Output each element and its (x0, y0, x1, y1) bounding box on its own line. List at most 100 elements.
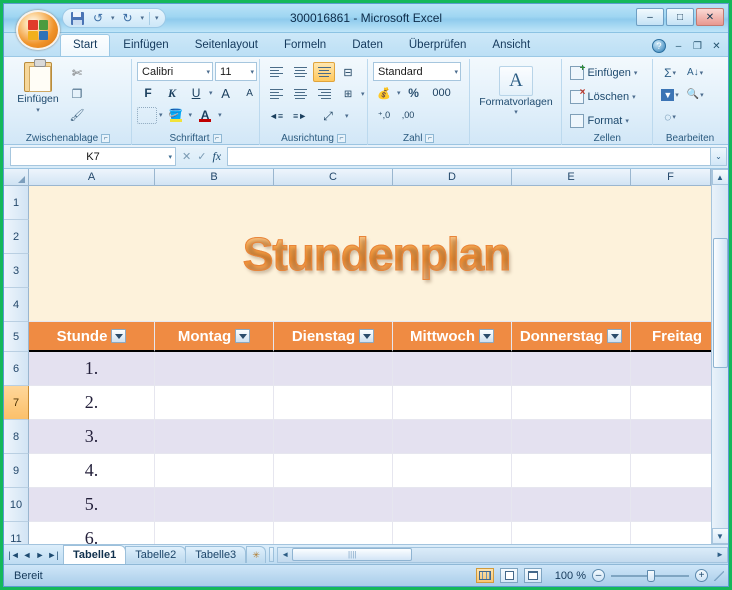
font-color-dropdown-icon[interactable]: ▾ (218, 111, 222, 119)
data-cell-dienstag[interactable] (274, 352, 393, 386)
font-dialog-launcher[interactable]: ⌐ (212, 133, 222, 143)
minimize-button[interactable]: – (636, 8, 664, 26)
number-format-combo[interactable]: Standard ▾ (373, 62, 462, 81)
filter-dropdown-mittwoch[interactable] (479, 329, 494, 343)
bold-button[interactable]: F (137, 83, 159, 103)
hscroll-thumb[interactable]: |||| (292, 548, 413, 561)
header-cell-montag[interactable]: Montag (155, 322, 274, 352)
first-sheet-button[interactable]: |◄ (8, 550, 20, 560)
row-header-4[interactable]: 4 (4, 288, 29, 322)
row-header-8[interactable]: 8 (4, 420, 29, 454)
office-orb-button[interactable] (16, 10, 60, 50)
tab-ueberpruefen[interactable]: Überprüfen (396, 34, 480, 56)
cancel-formula-icon[interactable]: ✕ (182, 150, 191, 163)
find-select-button[interactable]: 🔍 ▾ (683, 84, 707, 105)
fill-dropdown-icon[interactable]: ▾ (189, 111, 193, 119)
align-right-button[interactable] (313, 84, 335, 104)
normal-view-button[interactable] (476, 568, 494, 583)
data-cell-mittwoch[interactable] (393, 454, 512, 488)
data-cell-donnerstag[interactable] (512, 522, 631, 544)
data-cell-donnerstag[interactable] (512, 488, 631, 522)
data-cell-donnerstag[interactable] (512, 352, 631, 386)
font-size-combo[interactable]: 11 ▾ (215, 62, 258, 81)
filter-dropdown-montag[interactable] (235, 329, 251, 343)
tab-start[interactable]: Start (60, 34, 111, 56)
decrease-indent-button[interactable]: ◄≡ (265, 106, 287, 126)
currency-button[interactable]: 💰 (373, 83, 395, 103)
font-name-combo[interactable]: Calibri ▾ (137, 62, 214, 81)
stunde-cell[interactable]: 1. (29, 352, 155, 386)
align-bottom-button[interactable] (313, 62, 336, 82)
undo-button[interactable]: ↺ (90, 10, 106, 26)
close-workbook-button[interactable]: ✕ (710, 41, 723, 52)
currency-dropdown-icon[interactable]: ▾ (397, 89, 401, 97)
insert-worksheet-button[interactable]: ✳ (246, 546, 267, 563)
data-cell-mittwoch[interactable] (393, 522, 512, 544)
stunde-cell[interactable]: 5. (29, 488, 155, 522)
copy-button[interactable]: ❐ (68, 85, 86, 103)
row-header-6[interactable]: 6 (4, 352, 29, 386)
minimize-ribbon-button[interactable]: – (672, 41, 685, 52)
filter-dropdown-dienstag[interactable] (359, 329, 375, 343)
styles-button[interactable]: A Formatvorlagen ▾ (475, 62, 556, 116)
row-header-3[interactable]: 3 (4, 254, 29, 288)
filter-dropdown-donnerstag[interactable] (607, 329, 623, 343)
row-header-5[interactable]: 5 (4, 322, 29, 352)
sort-filter-button[interactable]: A↓ ▾ (683, 62, 707, 83)
data-cell-mittwoch[interactable] (393, 352, 512, 386)
cut-button[interactable]: ✄ (68, 64, 86, 82)
grow-font-button[interactable]: A (215, 83, 237, 103)
formula-input[interactable] (227, 147, 710, 166)
data-cell-mittwoch[interactable] (393, 488, 512, 522)
increase-indent-button[interactable]: ≡► (289, 106, 311, 126)
underline-dropdown-icon[interactable]: ▾ (209, 89, 213, 97)
data-cell-dienstag[interactable] (274, 522, 393, 544)
restore-workbook-button[interactable]: ❐ (691, 41, 704, 52)
data-cell-dienstag[interactable] (274, 420, 393, 454)
enter-formula-icon[interactable]: ✓ (197, 150, 206, 163)
vertical-scrollbar[interactable]: ▲ ▼ (711, 169, 728, 544)
data-cell-montag[interactable] (155, 522, 274, 544)
data-cell-montag[interactable] (155, 386, 274, 420)
format-painter-button[interactable]: 🖌 (68, 106, 86, 124)
save-button[interactable] (69, 10, 85, 26)
select-all-corner[interactable] (4, 169, 29, 186)
header-cell-dienstag[interactable]: Dienstag (274, 322, 393, 352)
column-header-f[interactable]: F (631, 169, 711, 186)
tab-formeln[interactable]: Formeln (271, 34, 339, 56)
align-top-button[interactable] (265, 62, 287, 82)
orientation-button[interactable]: ⤢ (313, 106, 343, 126)
borders-dropdown-icon[interactable]: ▾ (159, 111, 163, 119)
data-cell-dienstag[interactable] (274, 488, 393, 522)
undo-dropdown-icon[interactable]: ▾ (111, 14, 115, 22)
font-color-button[interactable]: A (194, 105, 216, 125)
stunde-cell[interactable]: 6. (29, 522, 155, 544)
redo-dropdown-icon[interactable]: ▾ (141, 14, 145, 22)
row-header-2[interactable]: 2 (4, 220, 29, 254)
increase-decimal-button[interactable]: ⁺,0 (373, 105, 395, 125)
zoom-in-button[interactable]: + (695, 569, 708, 582)
clipboard-dialog-launcher[interactable]: ⌐ (101, 133, 111, 143)
row-header-7[interactable]: 7 (4, 386, 29, 420)
close-button[interactable]: ✕ (696, 8, 724, 26)
redo-button[interactable]: ↻ (120, 10, 136, 26)
align-center-button[interactable] (289, 84, 311, 104)
tab-split-handle[interactable] (269, 547, 275, 562)
zoom-slider[interactable] (611, 569, 689, 582)
autosum-button[interactable]: Σ ▾ (658, 62, 682, 83)
styles-dropdown-icon[interactable]: ▾ (514, 108, 518, 116)
stunde-cell[interactable]: 4. (29, 454, 155, 488)
number-dialog-launcher[interactable]: ⌐ (425, 133, 435, 143)
merge-dropdown-icon[interactable]: ▾ (361, 90, 365, 98)
data-cell-dienstag[interactable] (274, 386, 393, 420)
fill-button[interactable]: ▼ ▾ (658, 84, 682, 105)
vscroll-thumb[interactable] (712, 238, 728, 368)
hscroll-right-button[interactable]: ► (713, 550, 727, 559)
data-cell-mittwoch[interactable] (393, 386, 512, 420)
align-left-button[interactable] (265, 84, 287, 104)
delete-cells-button[interactable]: Löschen ▾ (567, 86, 640, 108)
hscroll-left-button[interactable]: ◄ (278, 550, 292, 559)
expand-formula-bar-button[interactable]: ⌄ (710, 147, 727, 166)
last-sheet-button[interactable]: ►| (47, 550, 59, 560)
percent-style-button[interactable]: % (403, 83, 425, 103)
